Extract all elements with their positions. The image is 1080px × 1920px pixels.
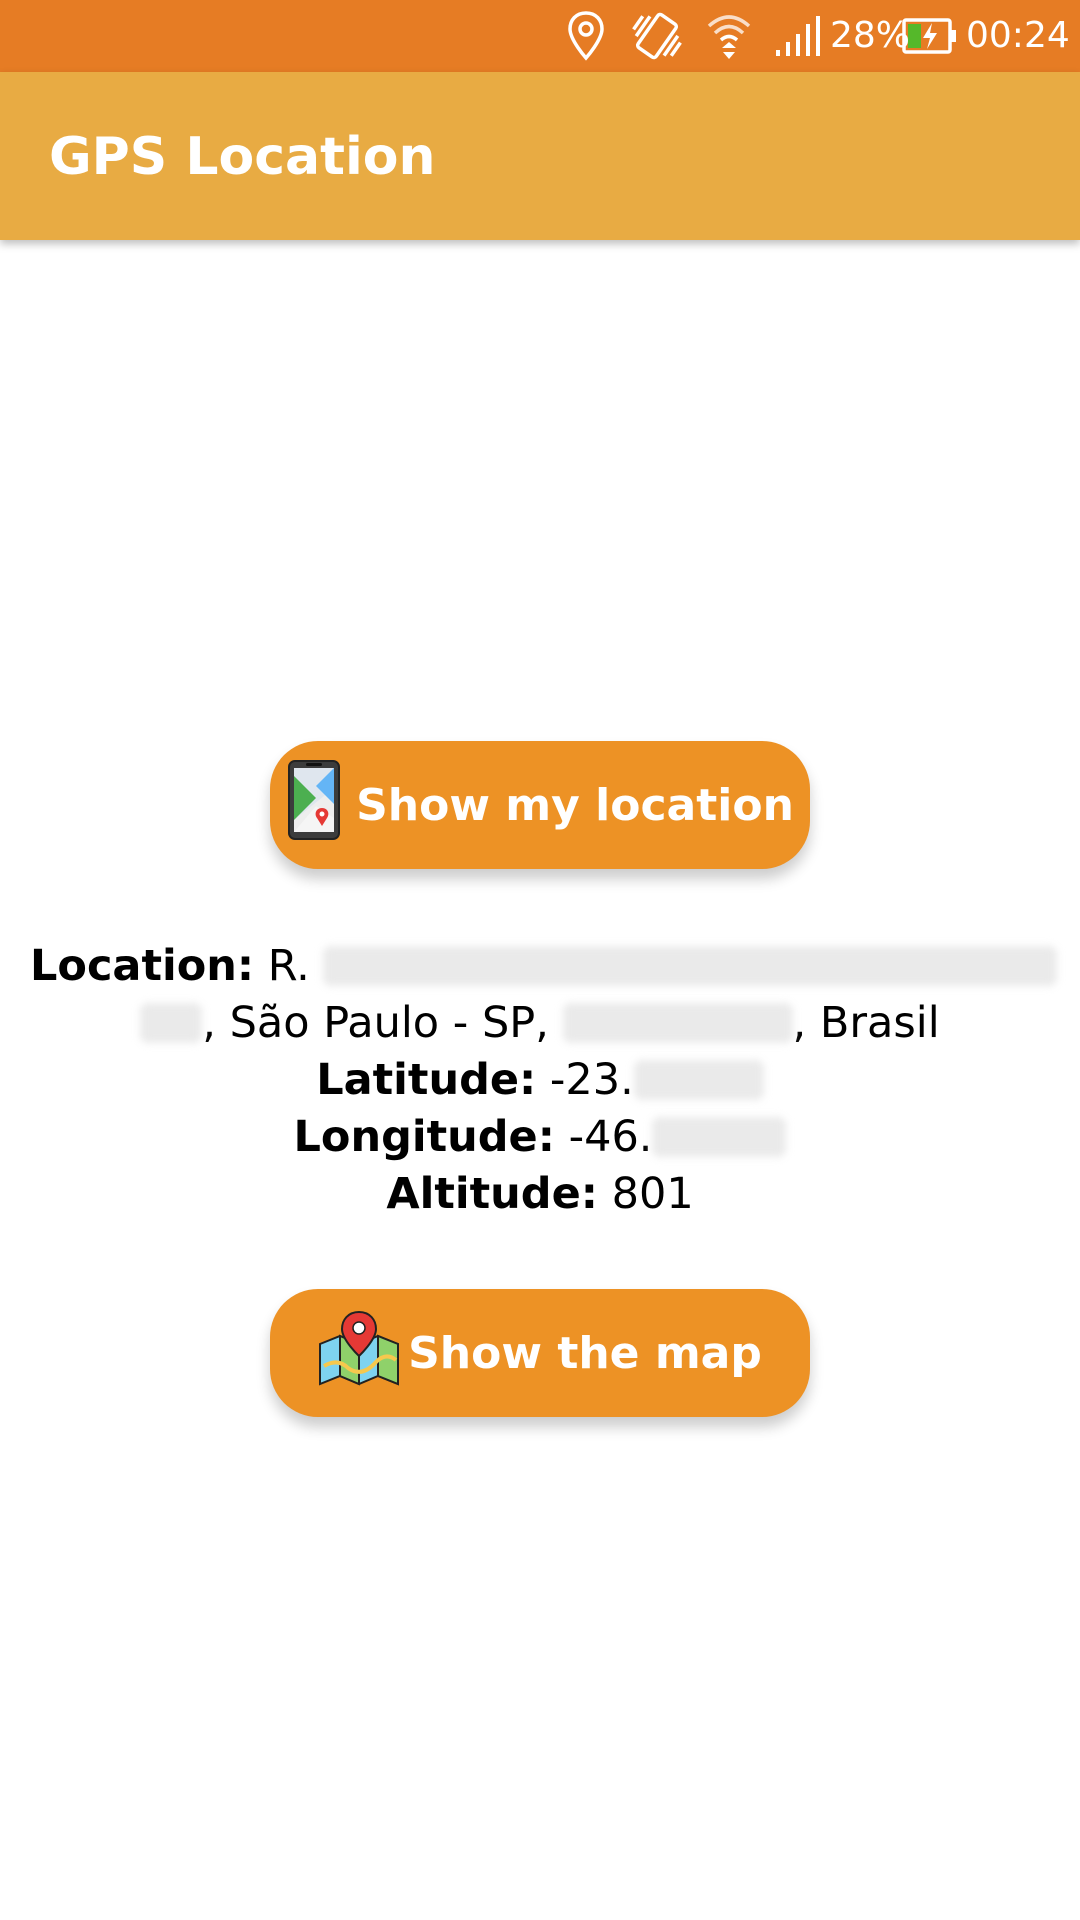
status-bar: 28% 00:24	[0, 0, 1080, 72]
location-info: Location: R. , São Paulo - SP, , Brasil …	[30, 938, 1058, 1223]
wifi-icon	[707, 15, 751, 59]
redacted-longitude	[652, 1116, 787, 1157]
vibrate-icon	[632, 12, 682, 60]
redacted-postal-code	[562, 1002, 793, 1043]
redacted-latitude	[633, 1059, 764, 1100]
latitude-line: Latitude: -23.	[30, 1052, 1050, 1109]
page-title: GPS Location	[49, 127, 436, 187]
altitude-label: Altitude:	[386, 1169, 598, 1219]
show-map-label: Show the map	[408, 1327, 762, 1379]
longitude-value: -46.	[568, 1112, 653, 1162]
show-location-button[interactable]: Show my location	[270, 741, 810, 869]
battery-percent: 28%	[830, 15, 911, 56]
location-country: , Brasil	[792, 998, 940, 1048]
clock: 00:24	[966, 15, 1070, 56]
longitude-label: Longitude:	[293, 1112, 555, 1162]
signal-icon	[776, 16, 820, 56]
show-location-label: Show my location	[356, 779, 794, 831]
location-icon	[568, 11, 604, 61]
battery-charging-icon	[902, 18, 956, 54]
folded-map-pin-icon	[318, 1310, 400, 1397]
location-line-1: Location: R.	[30, 938, 1058, 995]
show-map-button[interactable]: Show the map	[270, 1289, 810, 1417]
location-line-2: , São Paulo - SP, , Brasil	[30, 995, 1050, 1052]
latitude-label: Latitude:	[316, 1055, 537, 1105]
app-bar: GPS Location	[0, 72, 1080, 240]
location-label: Location:	[30, 941, 255, 991]
altitude-line: Altitude: 801	[30, 1166, 1050, 1223]
redacted-street	[323, 945, 1058, 986]
redacted-neighborhood	[140, 1002, 203, 1043]
longitude-line: Longitude: -46.	[30, 1109, 1050, 1166]
location-prefix: R.	[267, 941, 310, 991]
altitude-value: 801	[611, 1169, 694, 1219]
location-city: , São Paulo - SP,	[202, 998, 549, 1048]
latitude-value: -23.	[549, 1055, 634, 1105]
phone-map-icon	[286, 758, 342, 853]
